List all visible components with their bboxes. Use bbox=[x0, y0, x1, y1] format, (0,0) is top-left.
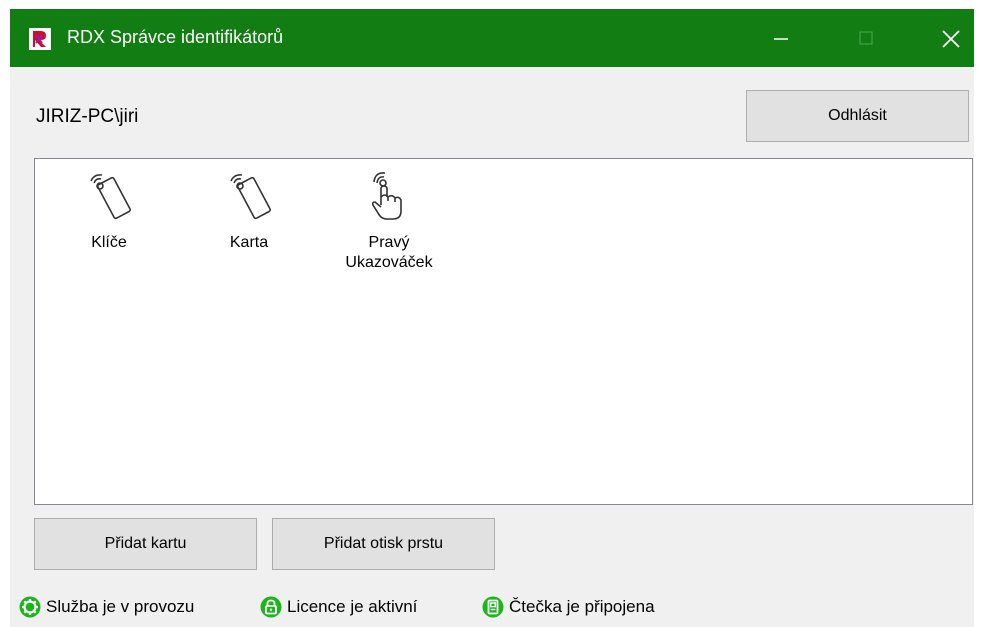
status-license: Licence je aktivní bbox=[260, 595, 417, 619]
app-window: RDX Správce identifikátorů JIRIZ-PC\jiri… bbox=[10, 9, 974, 627]
maximize-icon bbox=[859, 31, 873, 45]
logout-button[interactable]: Odhlásit bbox=[746, 90, 969, 142]
add-card-button[interactable]: Přidat kartu bbox=[34, 518, 257, 570]
maximize-button[interactable] bbox=[843, 9, 889, 67]
current-user-label: JIRIZ-PC\jiri bbox=[36, 106, 139, 127]
minimize-icon bbox=[774, 38, 788, 40]
minimize-button[interactable] bbox=[758, 9, 804, 67]
title-bar: RDX Správce identifikátorů bbox=[10, 9, 974, 67]
identifier-item-card[interactable]: Karta bbox=[189, 169, 309, 253]
close-icon bbox=[942, 30, 960, 48]
card-tap-icon bbox=[230, 174, 271, 220]
add-fingerprint-button[interactable]: Přidat otisk prstu bbox=[272, 518, 495, 570]
identifier-label: Karta bbox=[229, 234, 269, 251]
lock-icon bbox=[260, 596, 282, 618]
card-tap-icon bbox=[90, 174, 131, 220]
identifier-item-right-index-finger[interactable]: Pravý Ukazováček bbox=[329, 169, 449, 273]
status-reader: Čtečka je připojena bbox=[482, 595, 655, 619]
identifier-item-keys[interactable]: Klíče bbox=[49, 169, 169, 253]
status-service-text: Služba je v provozu bbox=[46, 597, 195, 616]
status-license-text: Licence je aktivní bbox=[287, 597, 418, 616]
status-service: Služba je v provozu bbox=[19, 595, 194, 619]
app-logo-icon bbox=[29, 28, 51, 50]
window-title: RDX Správce identifikátorů bbox=[67, 27, 284, 47]
identifier-list[interactable]: Klíče Karta Pravý Ukazováček bbox=[34, 158, 973, 505]
fingerprint-hand-icon bbox=[371, 172, 402, 220]
identifier-label: Klíče bbox=[91, 234, 127, 251]
close-button[interactable] bbox=[928, 9, 974, 67]
card-reader-icon bbox=[482, 596, 504, 618]
status-reader-text: Čtečka je připojena bbox=[509, 597, 655, 616]
gear-icon bbox=[19, 596, 41, 618]
identifier-label: Pravý Ukazováček bbox=[345, 234, 433, 271]
status-bar: Služba je v provozu Licence je aktivní Č… bbox=[10, 593, 974, 621]
